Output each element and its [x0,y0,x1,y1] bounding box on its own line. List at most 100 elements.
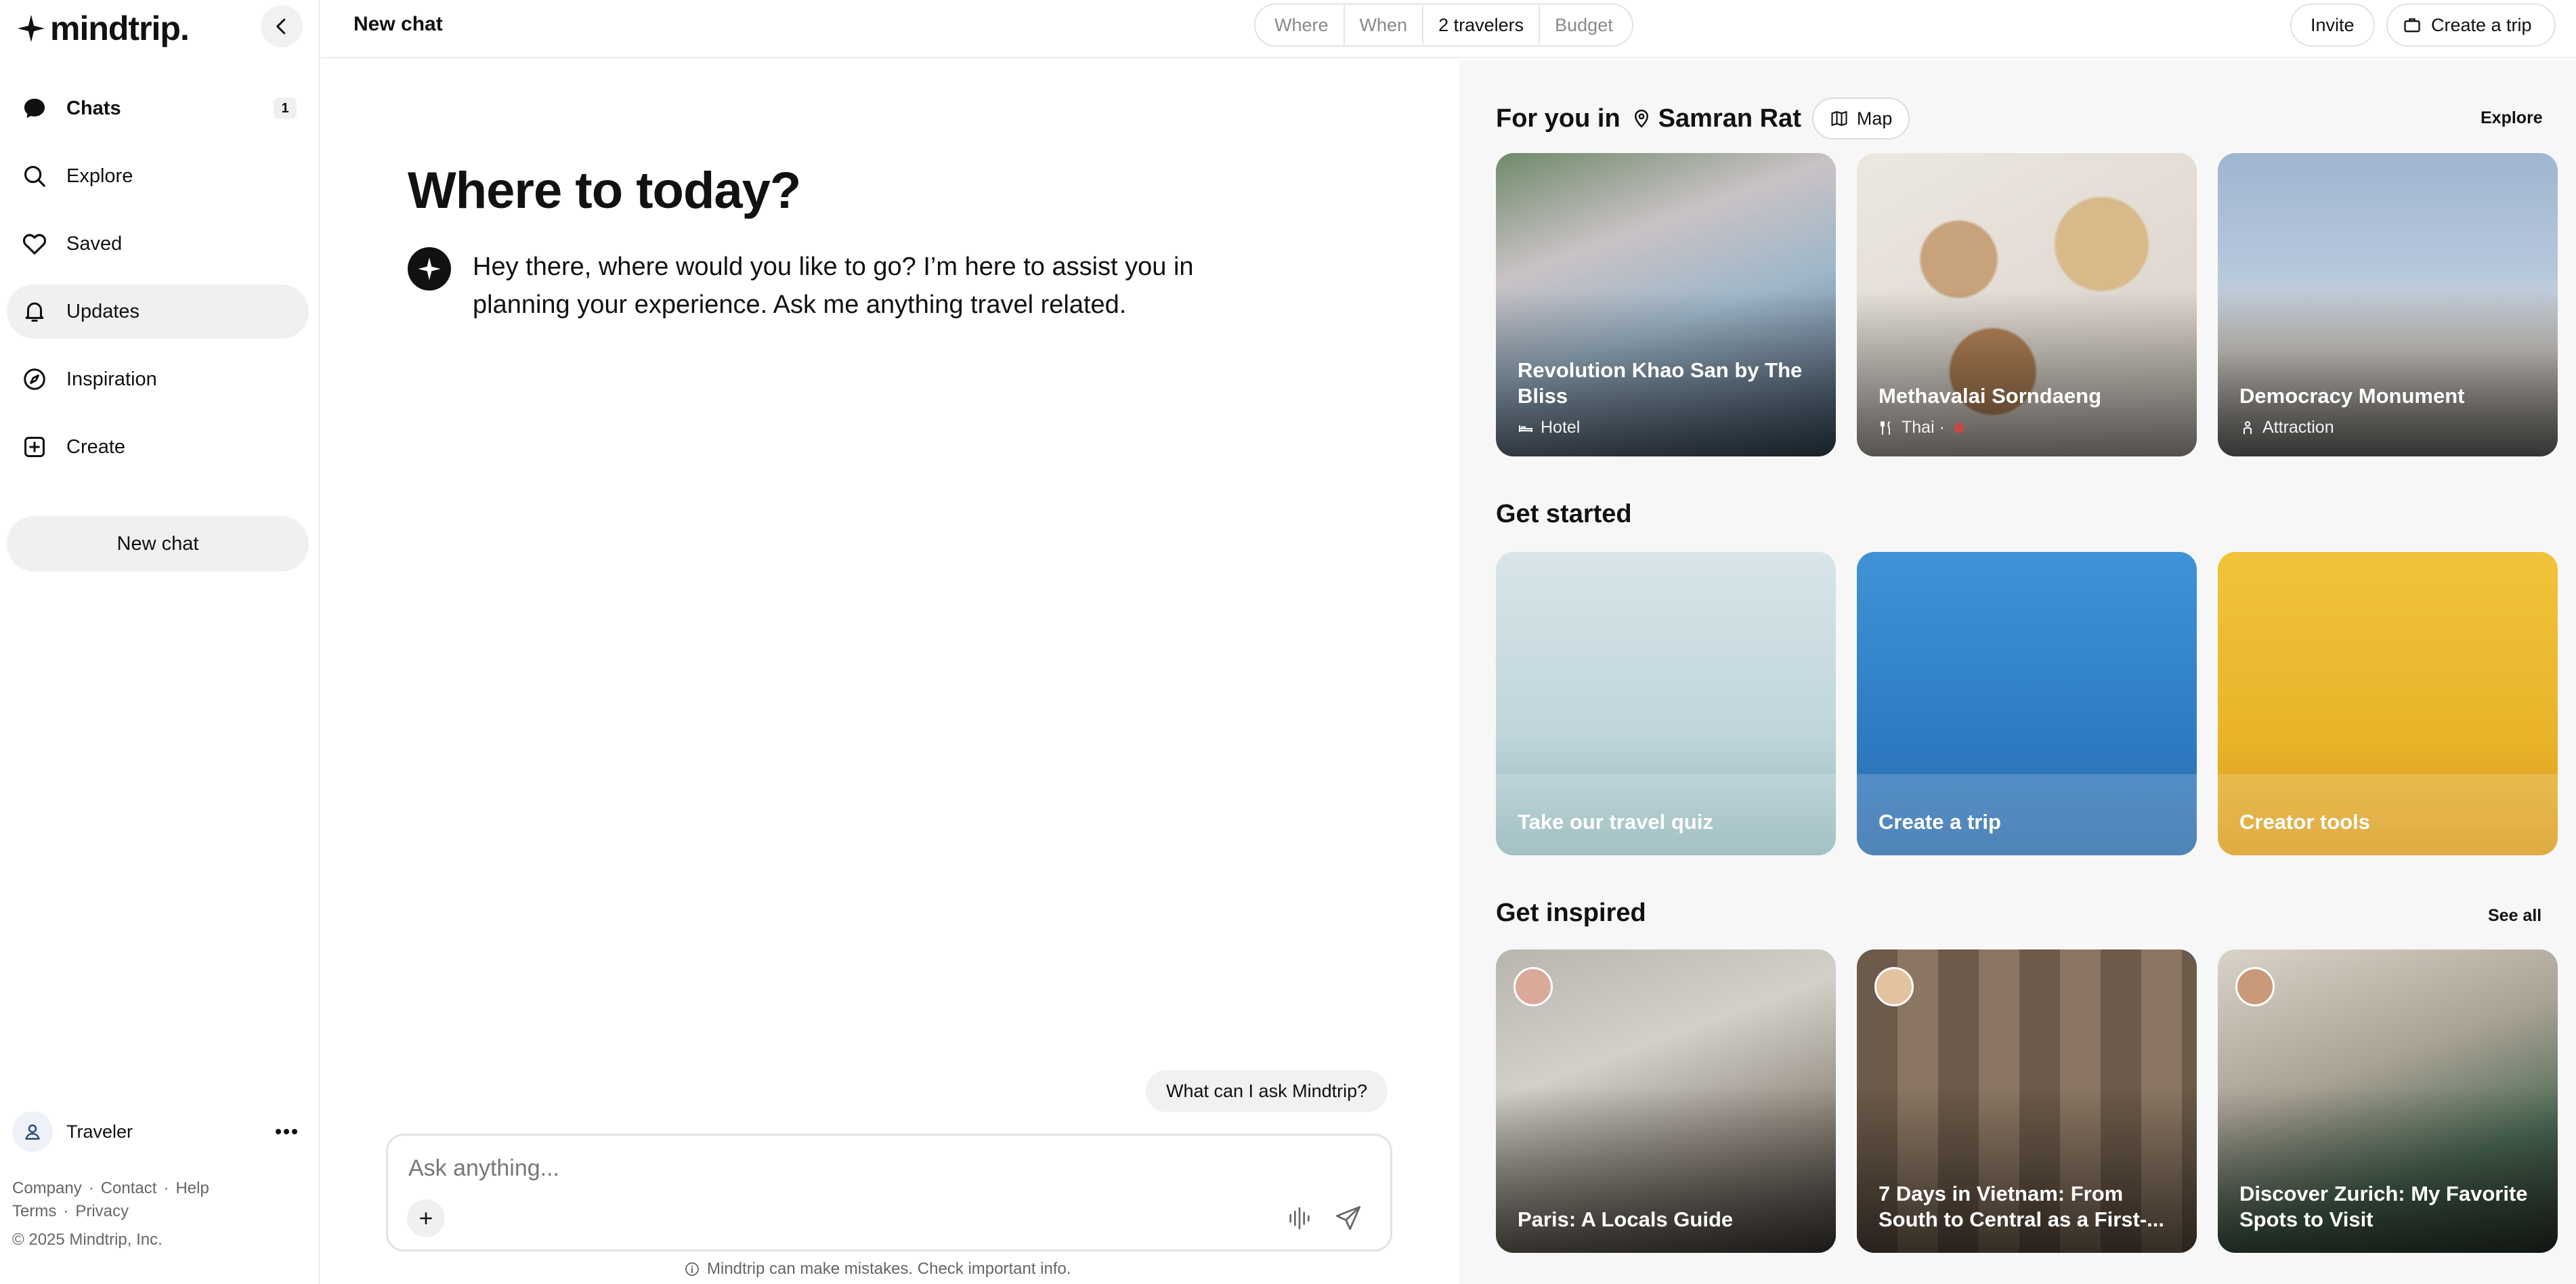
page-title: New chat [353,13,443,35]
footer-link-terms[interactable]: Terms [12,1202,56,1220]
guide-card-zurich[interactable]: Discover Zurich: My Favorite Spots to Vi… [2218,949,2558,1253]
footer-link-privacy[interactable]: Privacy [75,1202,129,1220]
sidebar-item-create[interactable]: Create [7,420,309,474]
suitcase-icon [2404,18,2420,33]
get-inspired-header: Get inspired [1496,899,1646,927]
map-label: Map [1856,108,1893,129]
chat-input[interactable] [408,1151,1289,1186]
create-trip-button[interactable]: Create a trip [2386,3,2556,47]
filter-where[interactable]: Where [1260,5,1345,45]
sidebar-item-inspiration[interactable]: Inspiration [7,352,309,406]
sidebar-item-label: Updates [66,300,140,322]
assistant-message: Hey there, where would you like to go? I… [473,253,1194,319]
for-you-prefix: For you in [1496,104,1620,133]
app-root: mindtrip. Chats 1 Explore Saved Updates … [0,0,2576,1284]
sidebar-nav: Chats 1 Explore Saved Updates Inspiratio… [7,81,309,488]
see-all-link[interactable]: See all [2488,906,2541,926]
trip-filter-bar: Where When 2 travelers Budget [1254,3,1633,47]
chat-area: Where to today? Hey there, where would y… [321,60,1459,1284]
footer-links: Company · Contact · Help Terms · Privacy [12,1177,209,1223]
invite-button[interactable]: Invite [2290,3,2375,47]
location-selector[interactable]: Samran Rat [1631,104,1801,133]
assistant-avatar [408,247,451,291]
user-profile[interactable]: Traveler [12,1109,303,1154]
bed-icon [1519,425,1532,432]
send-icon [1335,1205,1361,1230]
footer-link-company[interactable]: Company [12,1179,82,1197]
get-started-header: Get started [1496,500,1632,528]
logo[interactable]: mindtrip. [16,7,190,50]
filter-budget[interactable]: Budget [1540,5,1628,45]
voice-input-button[interactable] [1281,1199,1318,1237]
user-name: Traveler [66,1121,133,1142]
card-type: Thai · [1902,418,1945,437]
heart-icon [19,228,50,259]
footer-link-help[interactable]: Help [175,1179,209,1197]
creator-avatar [2235,967,2275,1006]
location-name: Samran Rat [1658,104,1801,133]
travel-quiz-card[interactable]: Take our travel quiz [1496,552,1836,855]
footer-link-contact[interactable]: Contact [101,1179,157,1197]
logo-text: mindtrip. [50,9,190,47]
michelin-icon [1954,423,1965,433]
place-card-restaurant[interactable]: Methavalai Sorndaeng Thai · [1857,153,2197,456]
creator-tools-card[interactable]: Creator tools [2218,552,2558,855]
guide-card-paris[interactable]: Paris: A Locals Guide [1496,949,1836,1253]
map-button[interactable]: Map [1811,98,1910,140]
sidebar-item-saved[interactable]: Saved [7,217,309,271]
fork-knife-icon [1881,421,1890,435]
search-icon [19,160,50,192]
more-horizontal-icon [276,1129,297,1134]
discovery-panel: For you in Samran Rat Map Explore Revolu… [1459,60,2576,1284]
top-header: New chat Where When 2 travelers Budget I… [321,0,2576,58]
card-subtitle: Attraction [2239,418,2334,437]
create-trip-card[interactable]: Create a trip [1857,552,2197,855]
plus-square-icon [19,431,50,463]
place-card-attraction[interactable]: Democracy Monument Attraction [2218,153,2558,456]
card-title: Methavalai Sorndaeng [1879,384,2102,408]
chevron-left-icon [276,18,286,35]
sparkle-icon [418,257,441,280]
new-chat-button[interactable]: New chat [7,516,309,572]
footer-separator: · [63,1202,69,1220]
chat-bubble-icon [19,93,50,124]
chats-count-badge: 1 [274,98,297,119]
disclaimer-text: Mindtrip can make mistakes. Check import… [707,1260,1071,1278]
more-options-button[interactable] [270,1115,303,1149]
sidebar-item-label: Create [66,435,126,458]
chat-heading: Where to today? [408,162,801,219]
suggestion-chip[interactable]: What can I ask Mindtrip? [1146,1070,1388,1112]
invite-label: Invite [2311,14,2355,35]
card-title: Create a trip [1879,810,2001,834]
collapse-sidebar-button[interactable] [261,5,303,47]
attach-button[interactable] [407,1199,445,1237]
map-pin-icon [1634,109,1648,128]
send-button[interactable] [1329,1199,1367,1237]
creator-avatar [1514,967,1553,1006]
disclaimer: Mindtrip can make mistakes. Check import… [684,1260,1071,1279]
guide-card-vietnam[interactable]: 7 Days in Vietnam: From South to Central… [1857,949,2197,1253]
for-you-header: For you in Samran Rat Map [1496,98,1910,140]
bell-icon [19,296,50,327]
explore-link[interactable]: Explore [2481,108,2543,128]
compass-icon [19,364,50,395]
card-title: Creator tools [2239,810,2370,834]
sidebar-item-explore[interactable]: Explore [7,149,309,203]
card-subtitle: Thai · [1879,418,1967,437]
sidebar-item-chats[interactable]: Chats 1 [7,81,309,135]
card-title: Revolution Khao San by The Bliss [1518,358,1803,408]
sidebar-item-updates[interactable]: Updates [7,284,309,339]
card-title: 7 Days in Vietnam: From South to Central… [1879,1182,2164,1231]
map-icon [1831,111,1847,126]
footer-separator: · [88,1179,94,1197]
place-card-hotel[interactable]: Revolution Khao San by The Bliss Hotel [1496,153,1836,456]
user-icon [25,1124,40,1140]
sidebar-item-label: Explore [66,165,133,187]
sidebar-item-label: Chats [66,97,121,119]
card-title: Discover Zurich: My Favorite Spots to Vi… [2239,1182,2528,1231]
filter-when[interactable]: When [1345,5,1424,45]
filter-travelers[interactable]: 2 travelers [1423,5,1541,45]
footer-separator: · [163,1179,169,1197]
card-type: Attraction [2262,418,2334,437]
person-icon [2244,421,2252,434]
